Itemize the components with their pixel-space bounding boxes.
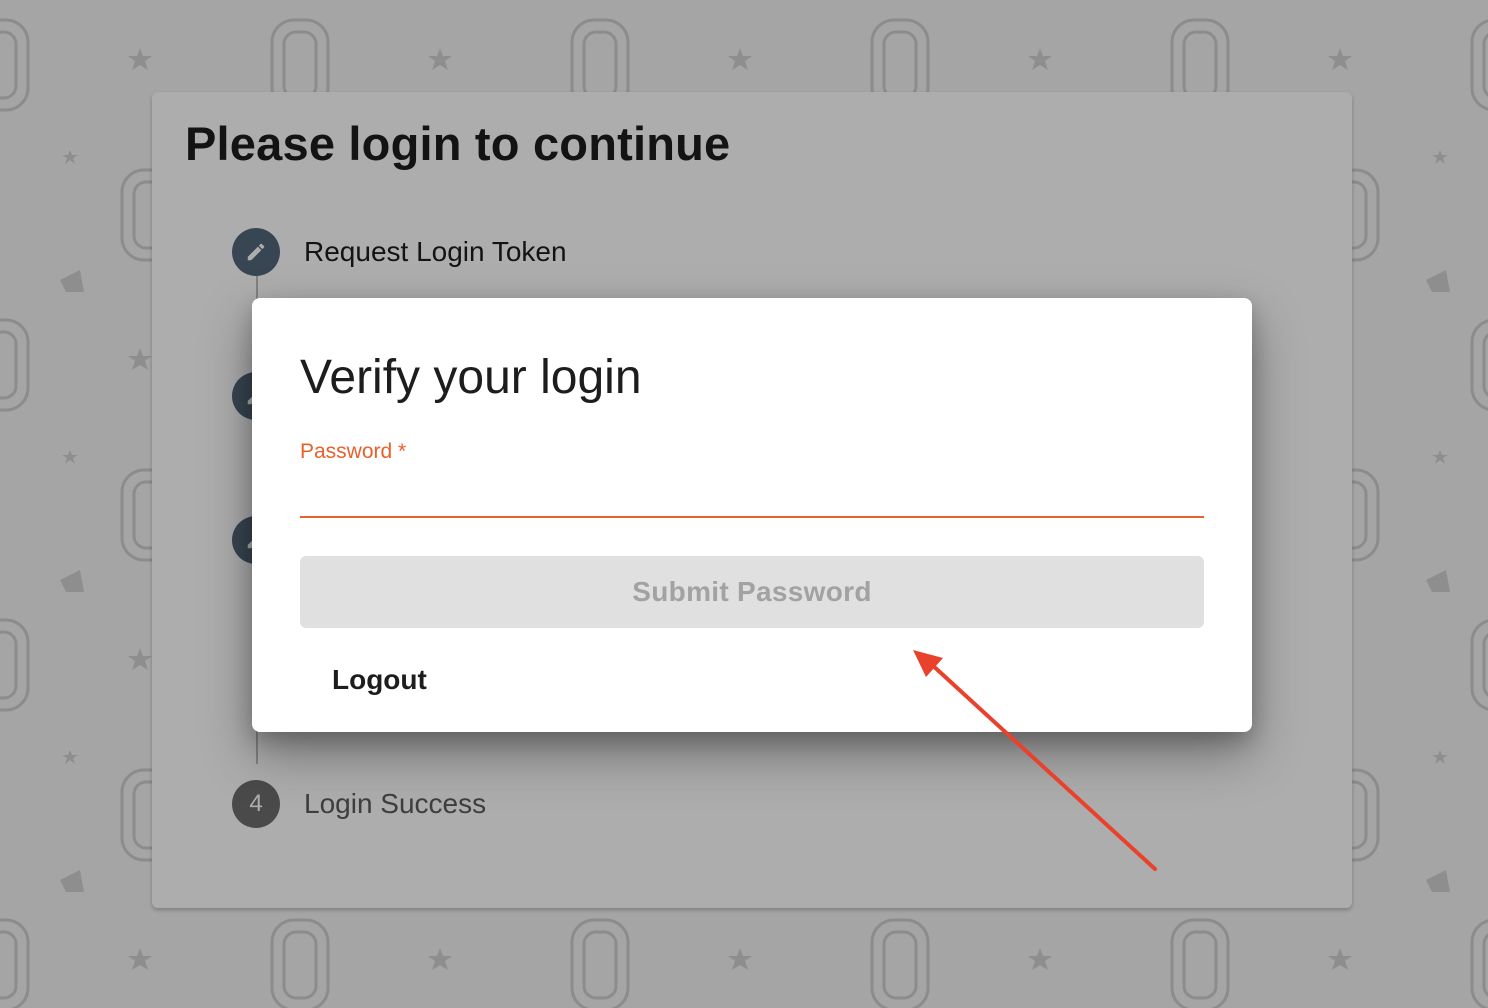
dialog-title: Verify your login bbox=[300, 351, 642, 404]
submit-password-button[interactable]: Submit Password bbox=[300, 556, 1204, 628]
password-input[interactable] bbox=[300, 470, 1204, 518]
logout-button[interactable]: Logout bbox=[316, 654, 443, 706]
password-label: Password * bbox=[300, 440, 407, 463]
verify-login-dialog: Verify your login Password * Submit Pass… bbox=[252, 298, 1252, 732]
